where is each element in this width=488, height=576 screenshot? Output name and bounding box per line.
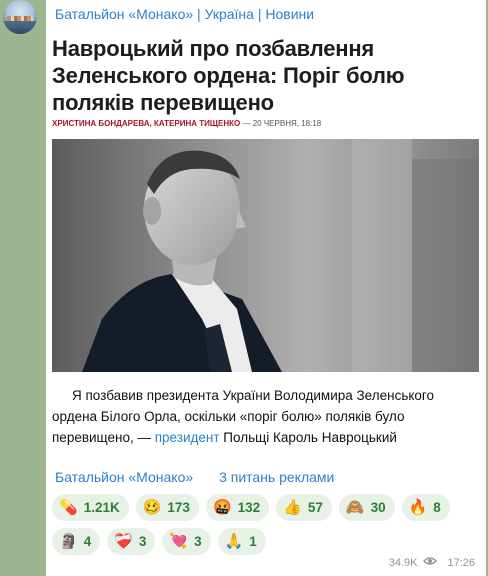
view-count: 34.9K: [388, 556, 418, 569]
reaction-moai[interactable]: 🗿 4: [52, 528, 101, 555]
article-authors: ХРИСТИНА БОНДАРЕВА, КАТЕРИНА ТИЩЕНКО: [52, 119, 241, 128]
reaction-monkey[interactable]: 🙈 30: [338, 494, 395, 521]
avatar-sea-graphic: [3, 21, 37, 34]
channel-footer-link[interactable]: Батальйон «Монако»: [55, 469, 193, 485]
reaction-count: 173: [167, 500, 190, 515]
pill-icon: 💊: [59, 499, 78, 516]
reaction-count: 8: [433, 500, 441, 515]
see-no-evil-monkey-icon: 🙈: [345, 499, 365, 516]
reaction-thumbs-up[interactable]: 👍 57: [276, 494, 332, 521]
article-headline: Навроцький про позбавлення Зеленського о…: [52, 36, 405, 115]
reaction-count: 3: [194, 534, 202, 549]
fire-icon: 🔥: [408, 499, 428, 516]
message-meta: 34.9K 17:26: [389, 556, 475, 569]
article-photo[interactable]: [52, 139, 479, 372]
reaction-angry[interactable]: 🤬 132: [205, 494, 270, 521]
reaction-folded-hands[interactable]: 🙏 1: [217, 528, 266, 555]
reaction-count: 4: [83, 534, 92, 549]
reaction-heart-arrow[interactable]: 💘 3: [162, 528, 211, 555]
reaction-woozy[interactable]: 🥴 173: [135, 494, 199, 521]
woozy-face-icon: 🥴: [142, 499, 162, 516]
reaction-count: 57: [307, 500, 323, 515]
article-date: — 20 ЧЕРВНЯ, 18:18: [240, 119, 322, 128]
reaction-count: 1: [249, 534, 257, 549]
reaction-pill[interactable]: 💊 1.21K: [52, 494, 129, 521]
avatar[interactable]: [3, 0, 37, 34]
thumbs-up-icon: 👍: [283, 499, 302, 516]
moai-icon: 🗿: [59, 533, 78, 550]
message-bubble: Батальйон «Монако» | Україна | Новини На…: [46, 0, 486, 576]
post-text-part2: Польщі Кароль Навроцький: [219, 430, 397, 445]
reaction-count: 3: [138, 534, 147, 549]
reaction-fire[interactable]: 🔥 8: [401, 494, 450, 521]
reaction-count: 132: [237, 500, 261, 515]
heart-arrow-icon: 💘: [169, 533, 189, 550]
portrait-illustration: [52, 139, 479, 372]
footer-links: Батальйон «Монако» 3 питань реклами: [55, 469, 356, 485]
reaction-count: 30: [370, 500, 386, 515]
angry-face-icon: 🤬: [212, 499, 232, 516]
article-byline: ХРИСТИНА БОНДАРЕВА, КАТЕРИНА ТИЩЕНКО — 2…: [52, 119, 321, 128]
channel-name-link[interactable]: Батальйон «Монако» | Україна | Новини: [55, 6, 314, 22]
message-time: 17:26: [447, 556, 475, 569]
channel-avatar[interactable]: [0, 0, 44, 40]
president-link[interactable]: президент: [155, 430, 220, 445]
reaction-count: 1.21K: [83, 500, 120, 515]
folded-hands-icon: 🙏: [224, 533, 244, 550]
mending-heart-icon: ❤️‍🩹: [114, 533, 133, 550]
eye-icon: [423, 556, 438, 569]
reactions-bar: 💊 1.21K 🥴 173 🤬 132 👍 57 🙈 30 🔥 8 🗿 4 ❤️‍🩹 3 💘 3 …: [52, 494, 472, 555]
reaction-mending-heart[interactable]: ❤️‍🩹 3: [107, 528, 156, 555]
ads-link[interactable]: 3 питань реклами: [219, 469, 334, 485]
post-text: Я позбавив президента України Володимира…: [52, 385, 478, 448]
